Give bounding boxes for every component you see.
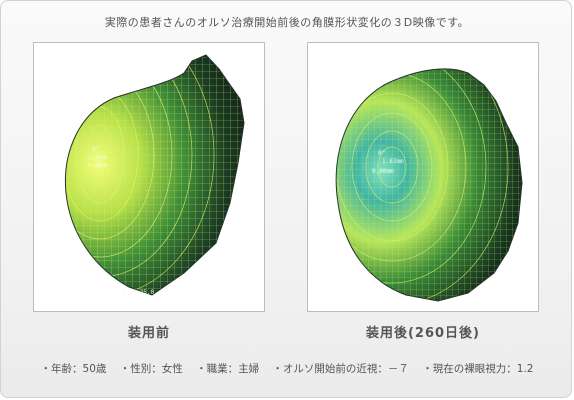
info-myopia: ・オルソ開始前の近視：－７ — [272, 363, 409, 375]
before-overlay-value-2: 0.0mm — [88, 162, 106, 169]
before-cornea-image: 0° 1.0mm 0.0mm −1.60 25.0 — [33, 42, 265, 312]
info-age: ・年齢：50歳 — [40, 363, 107, 375]
before-cornea-map: 0° 1.0mm 0.0mm −1.60 25.0 — [64, 54, 245, 296]
info-job: ・職業：主婦 — [196, 363, 260, 375]
after-cornea-map: 0° 1.83mm 0.00mm — [335, 68, 523, 302]
patient-info: ・年齢：50歳 ・性別：女性 ・職業：主婦 ・オルソ開始前の近視：－７ ・現在の… — [0, 361, 574, 376]
after-label: 装用後(260日後) — [365, 326, 481, 341]
after-overlay-angle: 0° — [378, 150, 385, 157]
before-overlay-angle: 0° — [92, 146, 99, 153]
before-label: 装用前 — [127, 326, 170, 341]
after-overlay-value-1: 1.83mm — [382, 158, 404, 165]
info-vision: ・現在の裸眼視力：1.2 — [422, 363, 534, 375]
info-gender: ・性別：女性 — [119, 363, 183, 375]
caption: 実際の患者さんのオルソ治療開始前後の角膜形状変化の３D映像です。 — [104, 16, 470, 29]
after-overlay-value-2: 0.00mm — [372, 168, 394, 175]
after-cornea-image: 0° 1.83mm 0.00mm — [307, 42, 539, 312]
before-overlay-value-1: 1.0mm — [88, 154, 106, 161]
before-footer-readout: −1.60 25.0 — [118, 289, 155, 296]
